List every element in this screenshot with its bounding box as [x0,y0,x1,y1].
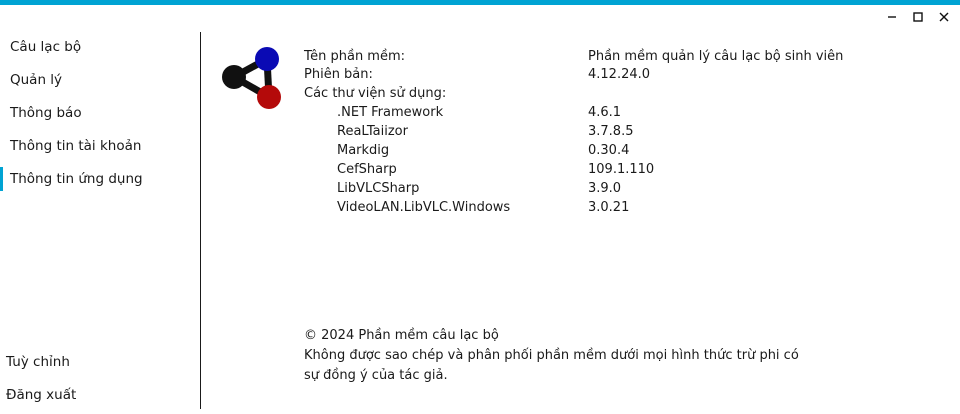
version-label: Phiên bản: [304,67,373,82]
window-accent-bar [0,0,960,5]
sidebar-item-clubs[interactable]: Câu lạc bộ [0,35,196,59]
sidebar: Câu lạc bộ Quản lý Thông báo Thông tin t… [0,30,200,410]
sidebar-item-manage[interactable]: Quản lý [0,68,196,92]
window-controls [884,8,952,26]
software-name-value: Phần mềm quản lý câu lạc bộ sinh viên [588,49,844,64]
sidebar-divider [200,32,201,409]
version-value: 4.12.24.0 [588,67,651,82]
library-name: Markdig [337,143,390,158]
sidebar-item-notifications[interactable]: Thông báo [0,101,196,125]
library-name: ReaLTaiizor [337,124,408,139]
license-notice: Không được sao chép và phân phối phần mề… [304,348,799,383]
library-name: CefSharp [337,162,397,177]
sidebar-item-customize[interactable]: Tuỳ chỉnh [0,350,196,374]
close-icon[interactable] [936,9,952,25]
library-name: VideoLAN.LibVLC.Windows [337,200,511,215]
sidebar-item-app-info[interactable]: Thông tin ứng dụng [0,167,196,191]
copyright-text: © 2024 Phần mềm câu lạc bộ [304,328,499,343]
minimize-icon[interactable] [884,9,900,25]
software-name-label: Tên phần mềm: [304,49,406,64]
library-version: 3.9.0 [588,181,622,196]
library-version: 3.7.8.5 [588,124,634,139]
sidebar-item-logout[interactable]: Đăng xuất [0,383,196,407]
library-name: LibVLCSharp [337,181,420,196]
library-version: 109.1.110 [588,162,655,177]
library-version: 0.30.4 [588,143,630,158]
libraries-label: Các thư viện sử dụng: [304,86,447,101]
library-version: 4.6.1 [588,105,622,120]
library-version: 3.0.21 [588,200,630,215]
molecule-logo-icon [218,44,286,114]
maximize-icon[interactable] [910,9,926,25]
footer: © 2024 Phần mềm câu lạc bộ Không được sa… [304,326,804,386]
sidebar-item-account-info[interactable]: Thông tin tài khoản [0,134,196,158]
library-name: .NET Framework [337,105,444,120]
